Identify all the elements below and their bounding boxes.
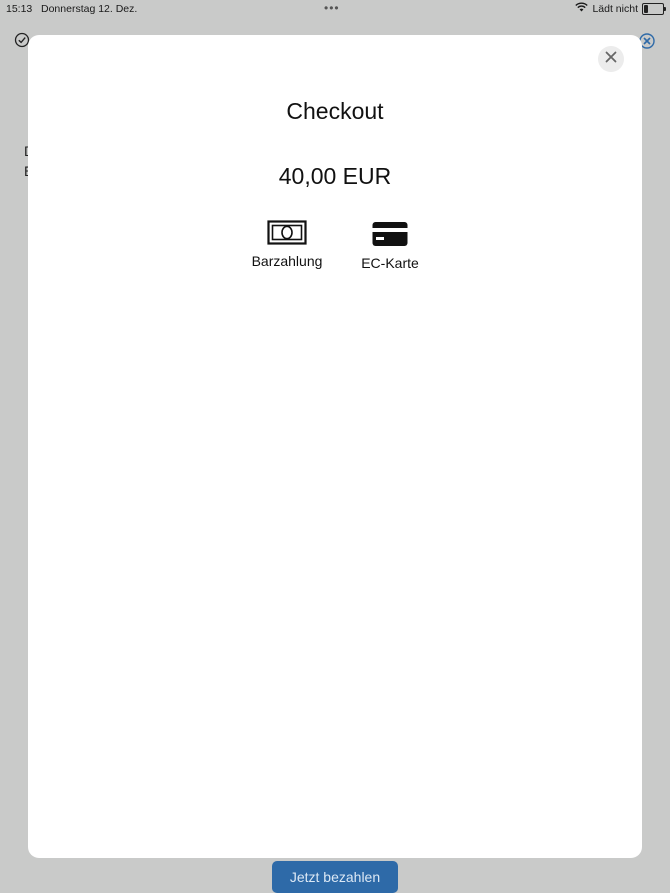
checkout-modal: Checkout 40,00 EUR Barzahlung EC-Karte xyxy=(28,35,642,858)
charging-status: Lädt nicht xyxy=(592,2,638,15)
status-date: Donnerstag 12. Dez. xyxy=(41,3,138,15)
battery-icon xyxy=(642,2,666,15)
close-button[interactable] xyxy=(598,46,624,72)
status-time: 15:13 xyxy=(6,3,33,15)
payment-option-cash[interactable]: Barzahlung xyxy=(246,220,328,269)
pay-now-button[interactable]: Jetzt bezahlen xyxy=(272,861,398,893)
close-icon xyxy=(605,50,617,68)
battery-level-fill xyxy=(644,4,648,13)
battery-nub xyxy=(664,6,666,11)
checkout-amount: 40,00 EUR xyxy=(278,163,392,189)
status-bar: 15:13 Donnerstag 12. Dez. ••• Lädt nicht xyxy=(0,0,670,18)
status-right-group: Lädt nicht xyxy=(575,2,666,15)
credit-card-icon xyxy=(372,220,408,253)
payment-option-card[interactable]: EC-Karte xyxy=(354,220,426,271)
wifi-icon xyxy=(575,2,589,15)
payment-option-cash-label: Barzahlung xyxy=(251,253,323,269)
cash-icon xyxy=(267,220,307,251)
multitasking-dots[interactable]: ••• xyxy=(324,1,340,15)
modal-title: Checkout xyxy=(286,98,384,124)
payment-option-card-label: EC-Karte xyxy=(361,255,419,271)
